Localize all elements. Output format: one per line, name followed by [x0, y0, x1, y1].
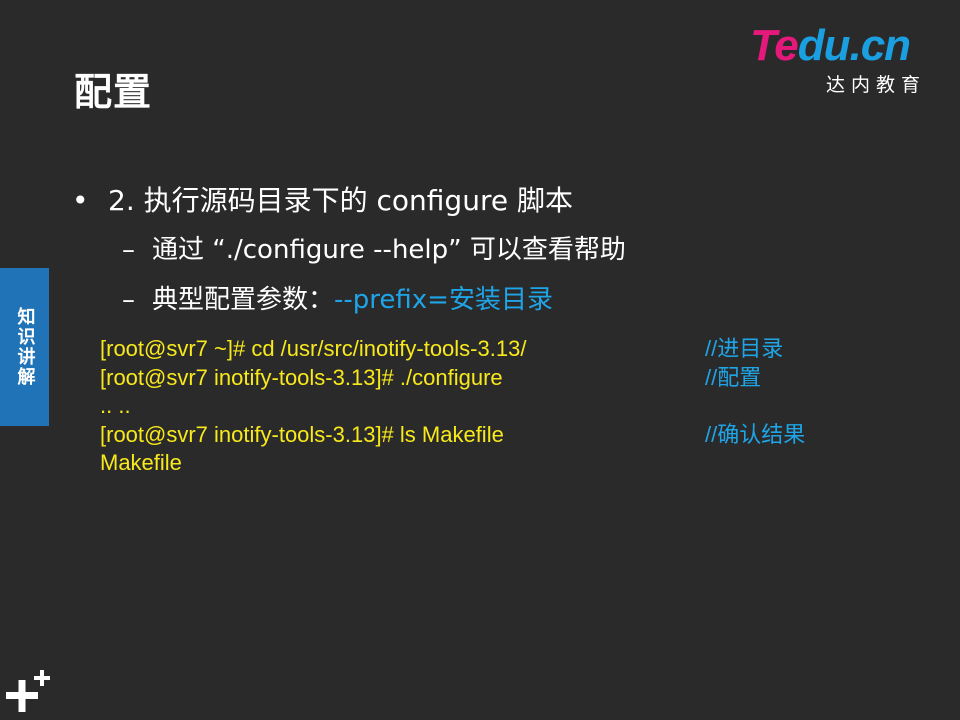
- plus-plus-icon: [6, 670, 54, 714]
- bullet-level2-item: – 通过 “./configure --help” 可以查看帮助: [122, 234, 626, 267]
- bullet-level2-item: – 典型配置参数：--prefix=安装目录: [122, 284, 553, 317]
- logo-subtitle: 达内教育: [826, 74, 927, 96]
- side-tab: 知识讲解: [0, 268, 49, 426]
- bullet-level1-text: 2. 执行源码目录下的 configure 脚本: [108, 184, 573, 217]
- logo-wordmark-part1: Te: [750, 21, 799, 70]
- logo-wordmark-part2: du.cn: [797, 21, 911, 70]
- bullet-level2-text: 通过 “./configure --help” 可以查看帮助: [152, 235, 626, 265]
- code-comment: //确认结果: [705, 421, 806, 447]
- code-command: [root@svr7 ~]# cd /usr/src/inotify-tools…: [100, 336, 527, 361]
- bullet-marker: •: [72, 184, 89, 217]
- slide-title: 配置: [74, 70, 153, 114]
- code-command: Makefile: [100, 450, 182, 475]
- logo-wordmark: Tedu.cn: [750, 21, 911, 70]
- bullet-level2-accent: --prefix=安装目录: [334, 285, 553, 315]
- side-tab-label: 知识讲解: [14, 307, 36, 387]
- code-command: .. ..: [100, 393, 131, 418]
- bullet-marker: –: [122, 235, 135, 265]
- code-comment: //进目录: [705, 336, 784, 361]
- code-command: [root@svr7 inotify-tools-3.13]# ./config…: [100, 364, 503, 390]
- code-comment: //配置: [705, 364, 762, 390]
- bullet-level2-text: 典型配置参数：: [152, 285, 335, 315]
- bullet-level1: • 2. 执行源码目录下的 configure 脚本: [72, 183, 573, 218]
- code-command: [root@svr7 inotify-tools-3.13]# ls Makef…: [100, 421, 504, 447]
- bullet-marker: –: [122, 285, 135, 315]
- tedu-logo: Tedu.cn 达内教育: [750, 24, 930, 104]
